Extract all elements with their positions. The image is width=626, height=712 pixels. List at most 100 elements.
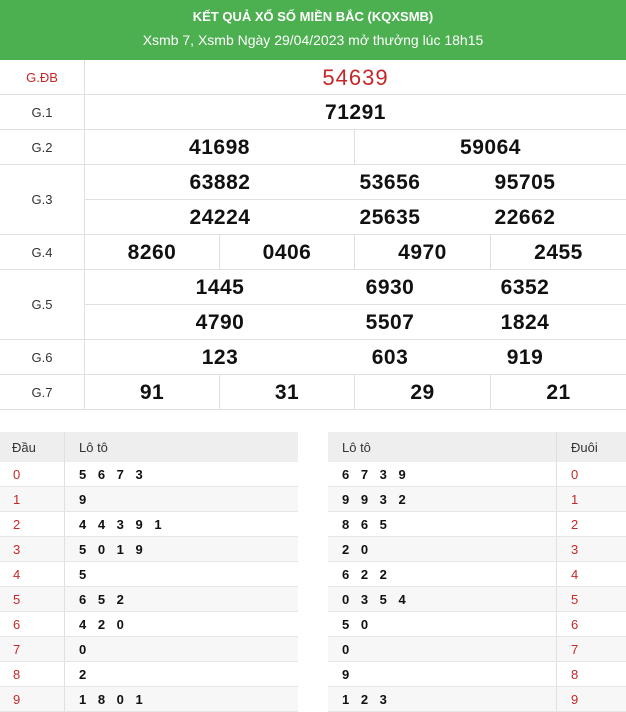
column-divider (64, 432, 65, 462)
prize-row-g5: G.5 1445 6930 6352 4790 5507 1824 (0, 270, 626, 340)
prize-label: G.ĐB (0, 60, 85, 94)
prize-row-g2: G.2 41698 59064 (0, 130, 626, 165)
row-loto-values: 5 (79, 566, 91, 582)
prize-label: G.6 (0, 340, 85, 374)
prize-label: G.5 (0, 270, 85, 339)
column-header-duoi: Đuôi (571, 439, 598, 455)
loto-head-header: Đầu Lô tô (0, 432, 298, 462)
row-digit: 7 (571, 641, 579, 657)
column-divider (64, 562, 65, 586)
table-row: 70 (328, 637, 626, 662)
column-header-dau: Đầu (12, 439, 36, 455)
row-loto-values: 4 4 3 9 1 (79, 516, 166, 532)
prize-number: 6352 (500, 275, 550, 299)
column-divider (556, 687, 557, 711)
row-loto-values: 2 (79, 666, 91, 682)
column-divider (556, 562, 557, 586)
prize-number: 25635 (359, 205, 421, 229)
column-divider (556, 487, 557, 511)
row-loto-values: 1 2 3 (342, 691, 391, 707)
row-loto-values: 6 2 2 (342, 566, 391, 582)
row-digit: 6 (571, 616, 579, 632)
prize-number: 59064 (460, 135, 521, 159)
column-divider (556, 587, 557, 611)
row-digit: 1 (571, 491, 579, 507)
prize-number: 2455 (534, 240, 583, 264)
row-digit: 4 (571, 566, 579, 582)
row-loto-values: 5 6 7 3 (79, 466, 147, 482)
table-row: 3 5 0 1 9 (0, 537, 298, 562)
page-title: KẾT QUẢ XỔ SỐ MIỀN BẮC (KQXSMB) (192, 9, 434, 24)
prize-number: 1445 (195, 275, 245, 299)
prize-number: 29 (355, 375, 491, 410)
row-loto-values: 2 0 (342, 541, 373, 557)
column-divider (64, 687, 65, 711)
row-digit: 3 (13, 541, 21, 557)
results-header: KẾT QUẢ XỔ SỐ MIỀN BẮC (KQXSMB) Xsmb 7, … (0, 0, 626, 60)
column-divider (556, 432, 557, 462)
column-divider (64, 462, 65, 486)
column-divider (556, 662, 557, 686)
prize-number: 21 (546, 380, 571, 404)
row-loto-values: 0 (342, 641, 354, 657)
prize-row-db: G.ĐB 54639 (0, 60, 626, 95)
table-row: 19 (0, 487, 298, 512)
prize-row-g4: G.4 8260 0406 4970 2455 (0, 235, 626, 270)
column-divider (64, 637, 65, 661)
row-digit: 3 (571, 541, 579, 557)
row-loto-values: 4 2 0 (79, 616, 128, 632)
row-digit: 8 (571, 666, 579, 682)
table-row: 9 1 2 3 (328, 687, 626, 712)
prize-number: 6930 (365, 275, 415, 299)
row-digit: 5 (13, 591, 21, 607)
column-divider (64, 662, 65, 686)
table-row: 4 6 2 2 (328, 562, 626, 587)
column-header-loto: Lô tô (342, 439, 371, 455)
prize-row-g3: G.3 63882 53656 95705 24224 25635 22662 (0, 165, 626, 235)
column-divider (556, 512, 557, 536)
prize-number: 41698 (85, 130, 355, 165)
row-loto-values: 0 (79, 641, 91, 657)
row-digit: 2 (13, 516, 21, 532)
column-divider (556, 637, 557, 661)
prize-number: 1824 (500, 310, 550, 334)
prize-number: 123 (201, 345, 239, 369)
row-digit: 4 (13, 566, 21, 582)
table-row: 45 (0, 562, 298, 587)
prize-label: G.4 (0, 235, 85, 269)
prize-number: 0406 (220, 235, 355, 270)
prize-label: G.3 (0, 165, 85, 234)
prize-row-g6: G.6 123 603 919 (0, 340, 626, 375)
table-row: 0 6 7 3 9 (328, 462, 626, 487)
table-row: 89 (328, 662, 626, 687)
row-loto-values: 1 8 0 1 (79, 691, 147, 707)
column-divider (64, 587, 65, 611)
row-loto-values: 5 0 (342, 616, 373, 632)
table-row: 6 5 0 (328, 612, 626, 637)
prize-label: G.1 (0, 95, 85, 129)
draw-date-subtitle: Xsmb 7, Xsmb Ngày 29/04/2023 mở thưởng l… (142, 32, 484, 48)
row-digit: 9 (571, 691, 579, 707)
table-row: 0 5 6 7 3 (0, 462, 298, 487)
prize-number: 603 (371, 345, 409, 369)
prize-number: 63882 (189, 170, 251, 194)
row-digit: 9 (13, 691, 21, 707)
row-loto-values: 9 (79, 491, 91, 507)
table-row: 5 0 3 5 4 (328, 587, 626, 612)
row-digit: 8 (13, 666, 21, 682)
row-loto-values: 6 5 2 (79, 591, 128, 607)
prize-number: 22662 (494, 205, 556, 229)
prize-number: 24224 (189, 205, 251, 229)
row-digit: 7 (13, 641, 21, 657)
table-row: 1 9 9 3 2 (328, 487, 626, 512)
prize-number: 31 (220, 375, 355, 410)
row-digit: 0 (571, 466, 579, 482)
table-row: 2 4 4 3 9 1 (0, 512, 298, 537)
row-digit: 0 (13, 466, 21, 482)
prize-number: 5507 (365, 310, 415, 334)
table-row: 82 (0, 662, 298, 687)
row-loto-values: 9 9 3 2 (342, 491, 410, 507)
prize-number: 95705 (494, 170, 556, 194)
prize-number: 71291 (325, 100, 386, 124)
row-loto-values: 8 6 5 (342, 516, 391, 532)
